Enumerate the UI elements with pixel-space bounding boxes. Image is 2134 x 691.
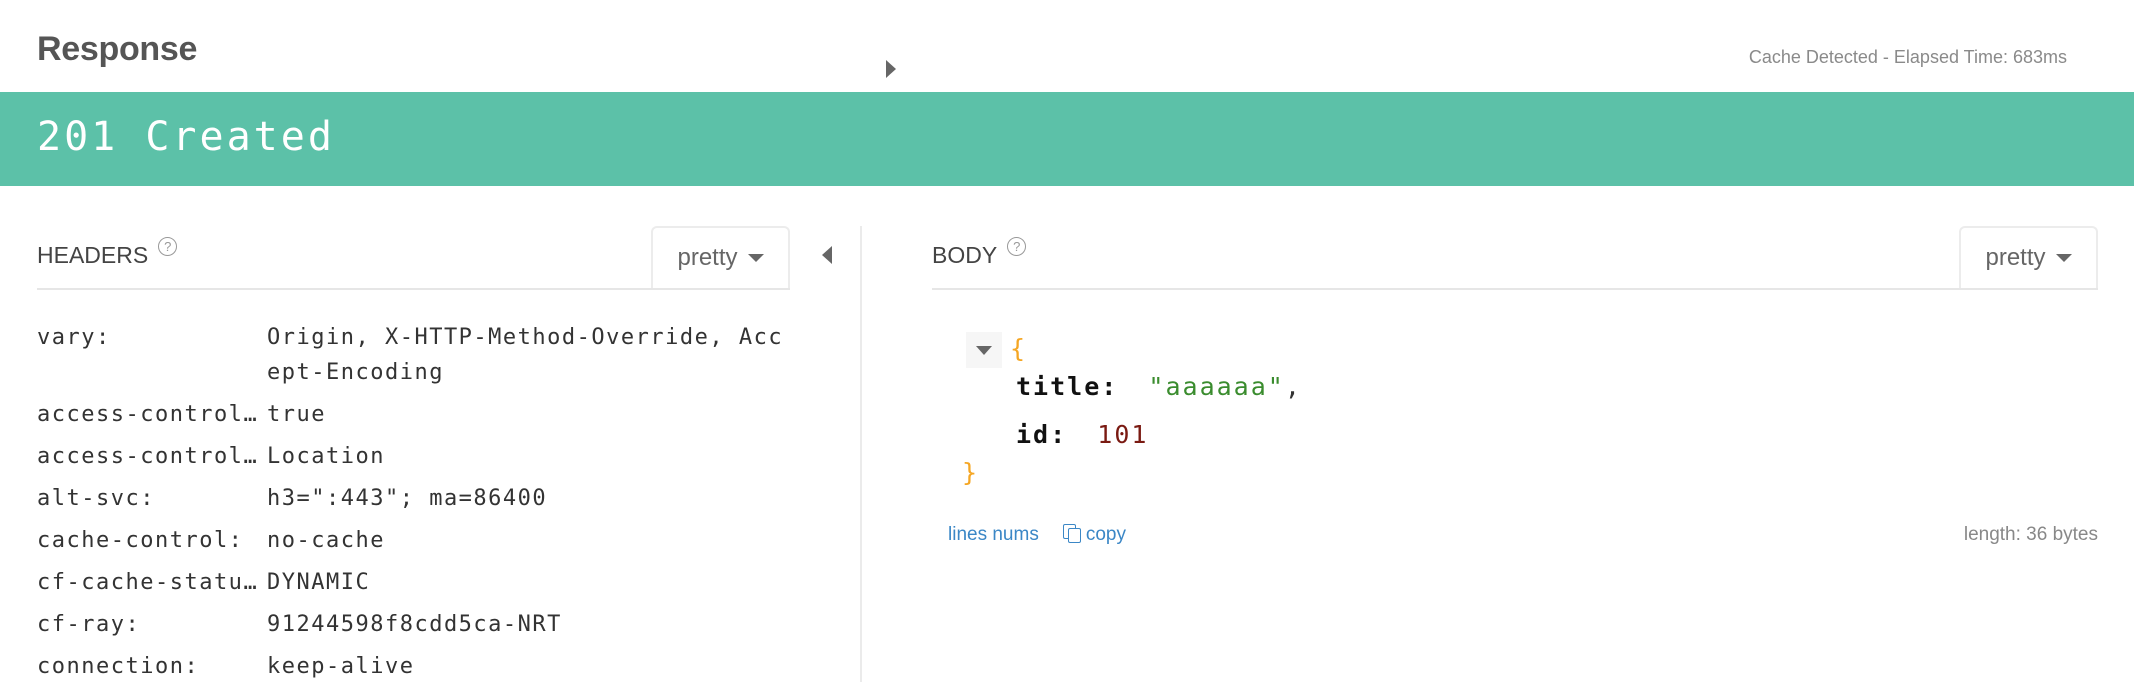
- header-value: DYNAMIC: [267, 570, 371, 595]
- header-value: Location: [267, 444, 385, 469]
- header-key: cache-control:: [37, 528, 244, 553]
- header-value: Origin, X-HTTP-Method-Override, Accept-E…: [267, 325, 784, 385]
- collapse-left-icon[interactable]: [822, 246, 832, 264]
- chevron-down-icon: [747, 254, 764, 262]
- header-key: connection:: [37, 654, 200, 679]
- status-bar: 201 Created: [0, 92, 2134, 186]
- json-close-brace: }: [962, 458, 978, 487]
- response-title: Response: [37, 30, 198, 68]
- body-title: BODY?: [932, 237, 1027, 269]
- elapsed-time-info: Cache Detected - Elapsed Time: 683ms: [1748, 47, 2067, 67]
- collapse-toggle[interactable]: [966, 332, 1002, 368]
- headers-title: HEADERS?: [37, 237, 178, 269]
- header-key: alt-svc:: [37, 486, 155, 511]
- chevron-down-icon: [2055, 254, 2072, 262]
- json-key: id:: [1016, 420, 1068, 449]
- help-icon[interactable]: ?: [158, 237, 178, 256]
- header-key: vary:: [37, 325, 111, 350]
- header-value: true: [267, 402, 326, 427]
- headers-list: vary: Origin, X-HTTP-Method-Override, Ac…: [37, 320, 797, 691]
- json-key: title:: [1016, 372, 1119, 401]
- headers-divider: [37, 288, 790, 290]
- json-string-value: "aaaaaa": [1148, 372, 1285, 401]
- line-nums-link[interactable]: lines nums: [948, 524, 1039, 546]
- header-row: vary: Origin, X-HTTP-Method-Override, Ac…: [37, 320, 797, 390]
- expand-right-icon[interactable]: [886, 60, 896, 78]
- help-icon[interactable]: ?: [1007, 237, 1027, 256]
- header-row: alt-svc: h3=":443"; ma=86400: [37, 481, 797, 516]
- copy-button[interactable]: copy: [1062, 524, 1126, 546]
- status-code: 201 Created: [37, 114, 335, 160]
- header-key: access-control-expose-headers:: [37, 444, 267, 469]
- copy-icon: [1062, 524, 1081, 543]
- header-row: cf-ray: 91244598f8cdd5ca-NRT: [37, 607, 797, 642]
- header-value: h3=":443"; ma=86400: [267, 486, 548, 511]
- header-value: 91244598f8cdd5ca-NRT: [267, 612, 562, 637]
- header-row: cf-cache-status: DYNAMIC: [37, 565, 797, 600]
- body-format-value: pretty: [1985, 244, 2046, 271]
- json-comma: ,: [1284, 372, 1300, 401]
- copy-label: copy: [1085, 524, 1126, 545]
- headers-title-label: HEADERS: [37, 242, 149, 268]
- header-key: cf-ray:: [37, 612, 141, 637]
- header-row: access-control-expose-headers: Location: [37, 439, 797, 474]
- body-footer: lines nums copy: [948, 524, 1126, 546]
- header-key: access-control-allow-credentials:: [37, 402, 267, 427]
- headers-panel: HEADERS? pretty vary: Origin, X-HTTP-Met…: [0, 186, 860, 682]
- body-divider: [932, 288, 2098, 290]
- header-row: cache-control: no-cache: [37, 523, 797, 558]
- body-panel: BODY? pretty { title: "aaaaaa", id: 101 …: [862, 186, 2134, 682]
- header-row: connection: keep-alive: [37, 649, 797, 684]
- json-open-brace: {: [1010, 334, 1026, 363]
- json-field: title: "aaaaaa",: [1016, 372, 1300, 401]
- header-key: cf-cache-status:: [37, 570, 267, 595]
- caret-down-icon: [976, 345, 992, 355]
- body-title-label: BODY: [932, 242, 998, 268]
- response-header: Response Cache Detected - Elapsed Time: …: [0, 0, 2134, 92]
- json-field: id: 101: [1016, 420, 1148, 449]
- header-value: keep-alive: [267, 654, 415, 679]
- header-value: no-cache: [267, 528, 385, 553]
- body-format-select[interactable]: pretty: [1959, 226, 2098, 288]
- body-length: length: 36 bytes: [1963, 524, 2098, 545]
- headers-format-select[interactable]: pretty: [651, 226, 790, 288]
- header-row: access-control-allow-credentials: true: [37, 397, 797, 432]
- headers-format-value: pretty: [677, 244, 738, 271]
- json-number-value: 101: [1097, 420, 1149, 449]
